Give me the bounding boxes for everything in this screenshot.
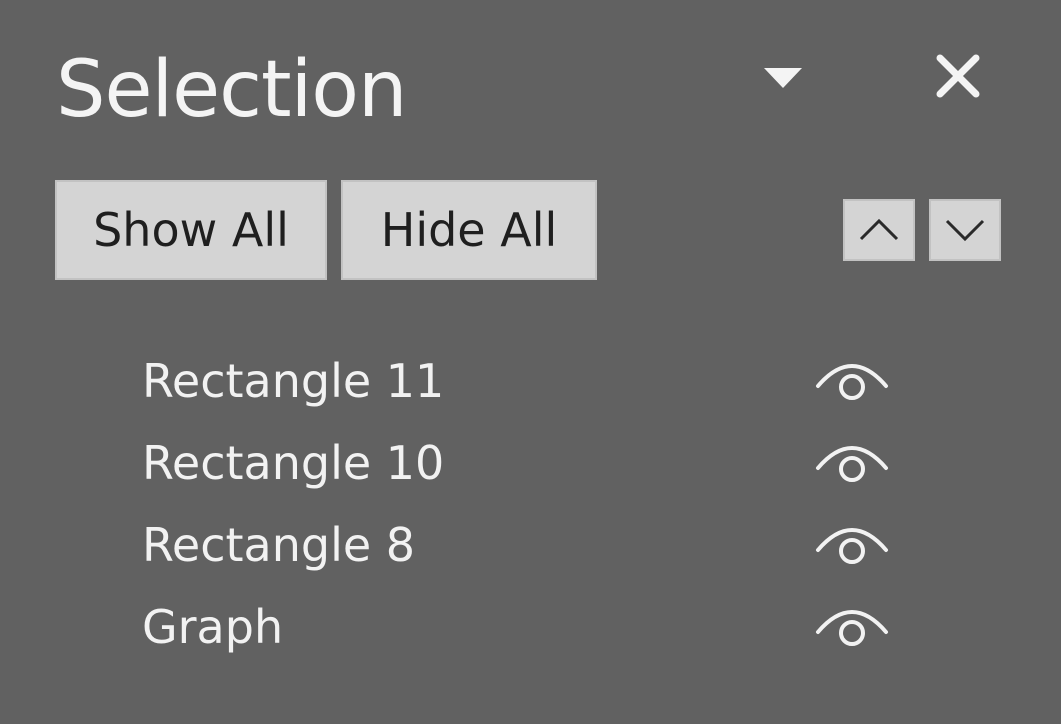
- send-backward-button[interactable]: [929, 199, 1001, 261]
- visibility-toggle[interactable]: [812, 598, 892, 658]
- pane-options-button[interactable]: [752, 52, 816, 108]
- list-item-label: Rectangle 11: [142, 354, 445, 408]
- visibility-toggle[interactable]: [812, 434, 892, 494]
- eye-icon: [816, 528, 888, 564]
- chevron-down-icon: [945, 219, 985, 242]
- list-item-label: Rectangle 8: [142, 518, 416, 572]
- list-item[interactable]: Rectangle 8: [0, 504, 1061, 586]
- dropdown-triangle-icon: [764, 68, 802, 88]
- hide-all-button[interactable]: Hide All: [341, 180, 597, 280]
- bring-forward-button[interactable]: [843, 199, 915, 261]
- close-button[interactable]: [924, 46, 992, 110]
- selection-pane: Selection Show All Hide All Rectangle 11: [0, 0, 1061, 724]
- eye-icon: [816, 610, 888, 646]
- pane-title: Selection: [56, 45, 407, 135]
- close-icon: [936, 54, 980, 98]
- eye-icon: [816, 446, 888, 482]
- visibility-toggle[interactable]: [812, 352, 892, 412]
- list-item[interactable]: Graph: [0, 586, 1061, 668]
- chevron-up-icon: [859, 218, 899, 241]
- list-item-label: Graph: [142, 600, 284, 654]
- eye-icon: [816, 364, 888, 400]
- list-item-label: Rectangle 10: [142, 436, 445, 490]
- list-item[interactable]: Rectangle 11: [0, 340, 1061, 422]
- list-item[interactable]: Rectangle 10: [0, 422, 1061, 504]
- show-all-button[interactable]: Show All: [55, 180, 327, 280]
- visibility-toggle[interactable]: [812, 516, 892, 576]
